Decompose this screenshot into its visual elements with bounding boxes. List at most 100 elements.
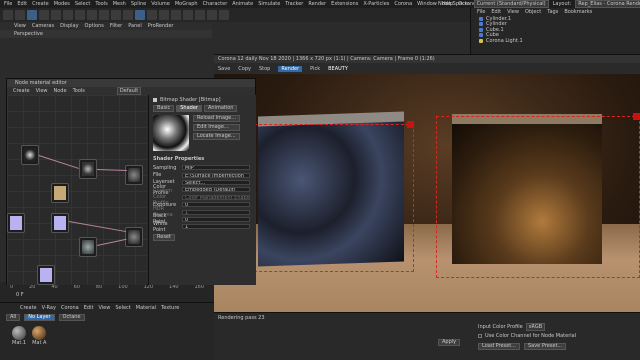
menu-tools[interactable]: Tools	[95, 1, 107, 7]
viewport-menu-prorender[interactable]: ProRender	[148, 23, 174, 29]
reset-button[interactable]: Reset	[153, 233, 175, 241]
render-copy-button[interactable]: Copy	[238, 66, 251, 72]
menu-animate[interactable]: Animate	[232, 1, 253, 7]
menu-mograph[interactable]: MoGraph	[175, 1, 198, 7]
menu-corona[interactable]: Corona	[394, 1, 412, 7]
render-stop-button[interactable]: Stop	[259, 66, 270, 72]
tab-shader[interactable]: Shader	[176, 105, 202, 112]
mm-menu-corona[interactable]: Corona	[61, 305, 79, 311]
edit-image-button[interactable]: Edit Image...	[193, 124, 241, 131]
ne-layout-select[interactable]: Default	[116, 87, 142, 95]
tab-basic[interactable]: Basic	[153, 105, 175, 112]
viewport-menu-panel[interactable]: Panel	[128, 23, 142, 29]
om-menu-tags[interactable]: Tags	[547, 9, 558, 15]
use-color-channel-checkbox[interactable]	[478, 334, 482, 338]
menu-extensions[interactable]: Extensions	[331, 1, 358, 7]
menu-tracker[interactable]: Tracker	[285, 1, 303, 7]
render-render-button[interactable]: Render	[278, 66, 303, 72]
y-axis-icon[interactable]	[75, 10, 85, 20]
apply-button[interactable]: Apply	[438, 339, 461, 346]
menu-create[interactable]: Create	[32, 1, 49, 7]
om-menu-bookmarks[interactable]: Bookmarks	[564, 9, 592, 15]
filter-no-layer[interactable]: No Layer	[24, 314, 55, 321]
filter-octane[interactable]: Octane	[58, 314, 85, 321]
move-tool-icon[interactable]	[27, 10, 37, 20]
redo-icon[interactable]	[15, 10, 25, 20]
black-point-field[interactable]: 0	[182, 216, 250, 222]
frame-field[interactable]: 0 F	[0, 292, 214, 298]
tab-animation[interactable]: Animation	[203, 105, 238, 112]
material-swatch[interactable]: Mat.1	[12, 326, 26, 346]
menu-volume[interactable]: Volume	[151, 1, 170, 7]
camera-icon[interactable]	[207, 10, 217, 20]
floor-icon[interactable]	[195, 10, 205, 20]
menu-select[interactable]: Select	[75, 1, 90, 7]
graph-node[interactable]	[21, 145, 39, 165]
om-menu-edit[interactable]: Edit	[491, 9, 501, 15]
graph-node[interactable]	[7, 213, 25, 233]
load-preset-button[interactable]: Load Preset...	[478, 343, 520, 350]
menu-character[interactable]: Character	[203, 1, 228, 7]
mm-menu-material[interactable]: Material	[136, 305, 156, 311]
sampling-select[interactable]: MIP	[182, 165, 250, 171]
region-selection-left[interactable]	[254, 124, 414, 272]
om-menu-file[interactable]: File	[477, 9, 485, 15]
render-picture-viewer-icon[interactable]	[111, 10, 121, 20]
mm-menu-view[interactable]: View	[98, 305, 110, 311]
menu-edit[interactable]: Edit	[17, 1, 27, 7]
viewport-menu-options[interactable]: Options	[85, 23, 104, 29]
cloner-icon[interactable]	[171, 10, 181, 20]
mm-menu-create[interactable]: Create	[20, 305, 37, 311]
menu-modes[interactable]: Modes	[54, 1, 70, 7]
scale-tool-icon[interactable]	[39, 10, 49, 20]
rotate-tool-icon[interactable]	[51, 10, 61, 20]
exposure-field[interactable]: 0	[182, 202, 250, 208]
menu-render[interactable]: Render	[308, 1, 326, 7]
x-axis-icon[interactable]	[63, 10, 73, 20]
ne-menu-create[interactable]: Create	[13, 88, 30, 94]
locate-image-button[interactable]: Locate Image...	[193, 133, 241, 140]
mm-menu-vray[interactable]: V-Ray	[42, 305, 56, 311]
mm-menu-edit[interactable]: Edit	[84, 305, 94, 311]
light-icon[interactable]	[219, 10, 229, 20]
deformer-icon[interactable]	[183, 10, 193, 20]
menu-file[interactable]: File	[4, 1, 12, 7]
viewport-menu-display[interactable]: Display	[60, 23, 78, 29]
ne-menu-view[interactable]: View	[36, 88, 48, 94]
mm-menu-select[interactable]: Select	[115, 305, 130, 311]
region-handle[interactable]	[633, 113, 640, 120]
ne-menu-node[interactable]: Node	[54, 88, 67, 94]
subdivision-icon[interactable]	[159, 10, 169, 20]
render-pass-select[interactable]: BEAUTY	[328, 66, 348, 72]
render-settings-icon[interactable]	[123, 10, 133, 20]
object-row[interactable]: Corona Light.1	[471, 38, 640, 44]
region-selection-right[interactable]	[436, 116, 640, 278]
layout-select[interactable]: Rep_Elias - Corona Renderer Edu (User)	[575, 0, 640, 8]
menu-spline[interactable]: Spline	[131, 1, 146, 7]
z-axis-icon[interactable]	[87, 10, 97, 20]
graph-node[interactable]	[79, 159, 97, 179]
color-profile-select[interactable]: Embedded (Default)	[182, 187, 250, 193]
material-swatch[interactable]: Mat A	[32, 326, 46, 346]
graph-node[interactable]	[125, 165, 143, 185]
graph-node[interactable]	[51, 213, 69, 233]
om-menu-view[interactable]: View	[507, 9, 519, 15]
om-menu-object[interactable]: Object	[525, 9, 541, 15]
layerset-button[interactable]: Select...	[182, 179, 250, 185]
menu-mesh[interactable]: Mesh	[113, 1, 126, 7]
white-point-field[interactable]: 1	[182, 224, 250, 230]
render-view-icon[interactable]	[99, 10, 109, 20]
graph-node[interactable]	[79, 237, 97, 257]
region-handle[interactable]	[407, 121, 414, 128]
node-graph[interactable]	[7, 95, 147, 285]
viewport-menu-view[interactable]: View	[14, 23, 26, 29]
node-space-select[interactable]: Current (Standard/Physical)	[473, 0, 549, 8]
pen-icon[interactable]	[147, 10, 157, 20]
menu-simulate[interactable]: Simulate	[258, 1, 280, 7]
reload-image-button[interactable]: Reload Image...	[193, 115, 241, 122]
render-save-button[interactable]: Save	[218, 66, 230, 72]
save-preset-button[interactable]: Save Preset...	[523, 343, 567, 350]
graph-node[interactable]	[125, 227, 143, 247]
viewport-menu-cameras[interactable]: Cameras	[32, 23, 54, 29]
filter-all[interactable]: All	[6, 314, 21, 321]
